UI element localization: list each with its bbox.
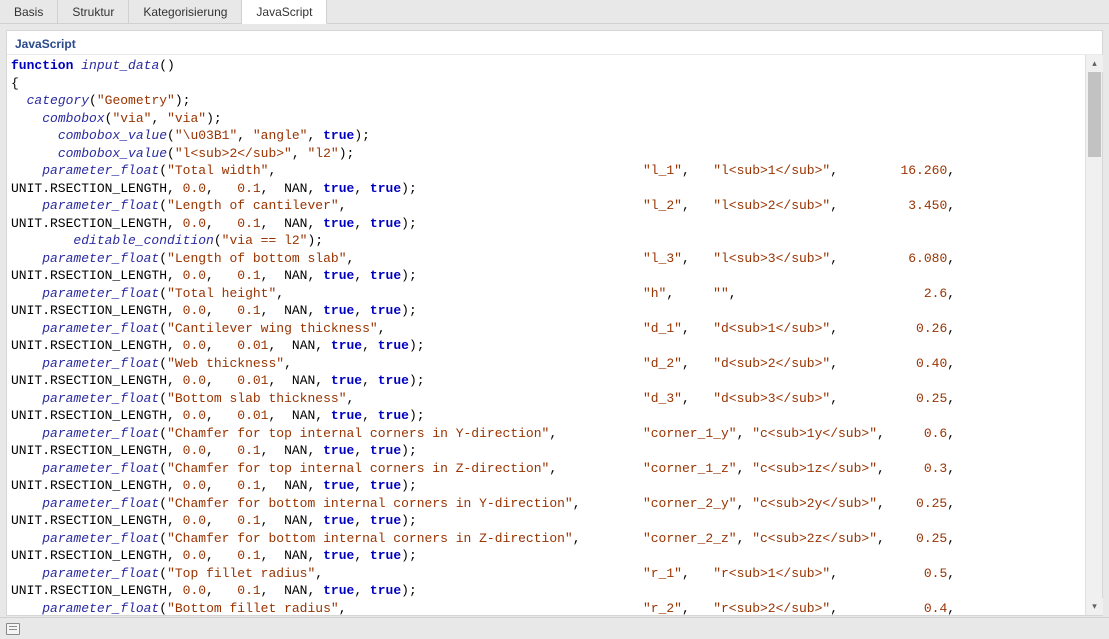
tab-basis[interactable]: Basis — [0, 0, 58, 23]
scroll-down-button[interactable]: ▾ — [1086, 598, 1103, 615]
scroll-up-button[interactable]: ▴ — [1086, 55, 1103, 72]
tab-bar: Basis Struktur Kategorisierung JavaScrip… — [0, 0, 1109, 24]
list-view-icon[interactable] — [6, 623, 20, 635]
status-bar — [0, 617, 1109, 639]
panel-title: JavaScript — [7, 31, 1102, 55]
code-editor[interactable]: function input_data() { category("Geomet… — [7, 55, 1102, 615]
tab-kategorisierung[interactable]: Kategorisierung — [129, 0, 242, 23]
tab-javascript[interactable]: JavaScript — [242, 0, 327, 24]
scroll-thumb[interactable] — [1088, 72, 1101, 157]
tab-struktur[interactable]: Struktur — [58, 0, 129, 23]
vertical-scrollbar[interactable]: ▴ ▾ — [1085, 55, 1102, 615]
code-panel: JavaScript function input_data() { categ… — [6, 30, 1103, 616]
